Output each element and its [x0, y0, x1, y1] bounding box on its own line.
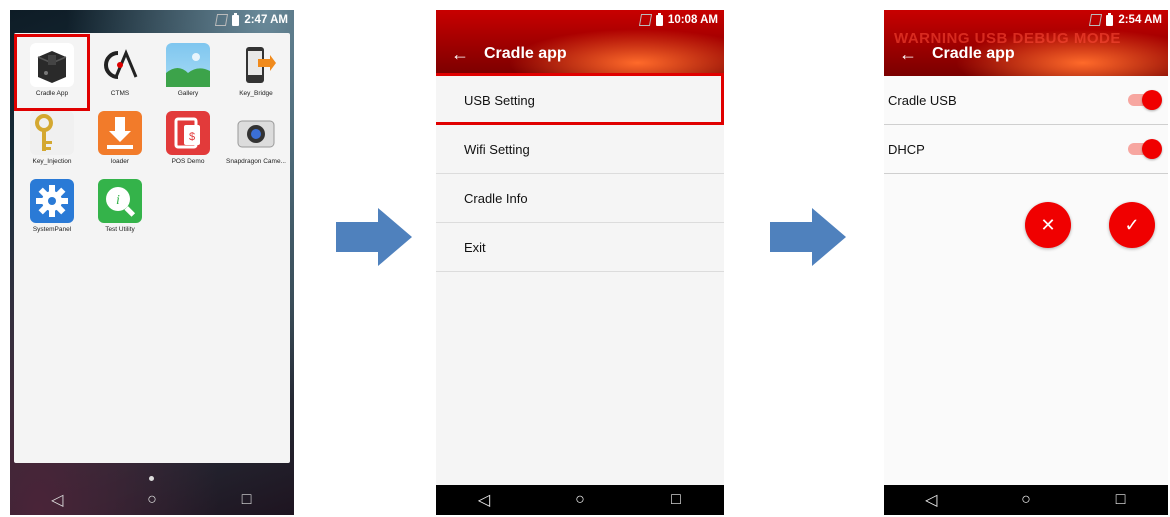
menu-list: USB Setting Wifi Setting Cradle Info Exi…	[436, 76, 724, 485]
confirm-button[interactable]: ✓	[1109, 202, 1155, 248]
battery-icon	[1106, 12, 1114, 26]
setting-label: DHCP	[888, 141, 925, 157]
no-sim-icon	[215, 14, 229, 26]
camera-icon	[234, 111, 278, 155]
app-label: Key_Injection	[32, 158, 72, 165]
gallery-image-icon	[166, 43, 210, 87]
app-gallery[interactable]: Gallery	[154, 43, 222, 97]
page-title: Cradle app	[484, 45, 567, 62]
app-label: SystemPanel	[32, 226, 72, 233]
dhcp-toggle[interactable]	[1128, 139, 1162, 159]
svg-text:$: $	[189, 131, 195, 143]
home-button[interactable]: ○	[560, 491, 600, 509]
page-indicator	[149, 476, 154, 481]
setting-row-cradle-usb: Cradle USB	[884, 76, 1168, 125]
nav-bar: ◁ ○ □	[436, 485, 724, 515]
app-snapdragon-camera[interactable]: Snapdragon Came...	[222, 111, 290, 165]
app-systempanel[interactable]: SystemPanel	[18, 179, 86, 233]
battery-icon	[232, 12, 240, 26]
battery-icon	[655, 12, 663, 26]
setting-row-dhcp: DHCP	[884, 125, 1168, 174]
menu-item-exit[interactable]: Exit	[436, 223, 724, 272]
app-ctms[interactable]: CTMS	[86, 43, 154, 97]
status-bar: 10:08 AM	[436, 10, 724, 30]
recent-apps-button[interactable]: □	[227, 491, 267, 509]
launcher-screen: 2:47 AM Cradle App CTMS Gallery Key_Brid…	[10, 10, 294, 515]
app-label: POS Demo	[171, 158, 205, 165]
app-label: Key_Bridge	[239, 90, 273, 97]
key-bridge-phone-icon	[234, 43, 278, 87]
highlight-usb-setting	[436, 73, 724, 125]
ctms-logo-icon	[98, 43, 142, 87]
home-button[interactable]: ○	[1006, 491, 1046, 509]
step-arrow-1	[336, 208, 412, 266]
app-label: Snapdragon Came...	[226, 158, 286, 165]
pos-terminal-icon: $	[166, 111, 210, 155]
menu-item-wifi-setting[interactable]: Wifi Setting	[436, 125, 724, 174]
app-loader[interactable]: loader	[86, 111, 154, 165]
app-label: Test Utility	[105, 226, 135, 233]
app-label: loader	[110, 158, 130, 165]
app-header: 2:54 AM WARNING USB DEBUG MODE ← Cradle …	[884, 10, 1168, 76]
app-pos-demo[interactable]: $ POS Demo	[154, 111, 222, 165]
svg-text:i: i	[116, 193, 120, 208]
toolbar: ← Cradle app	[884, 32, 1168, 76]
recent-apps-button[interactable]: □	[1101, 491, 1141, 509]
app-label: CTMS	[110, 90, 130, 97]
status-bar: 2:54 AM	[884, 10, 1168, 30]
gear-icon	[30, 179, 74, 223]
back-arrow-icon[interactable]: ←	[436, 44, 484, 65]
step-arrow-2	[770, 208, 846, 266]
home-button[interactable]: ○	[132, 491, 172, 509]
back-button[interactable]: ◁	[37, 490, 77, 510]
cancel-button[interactable]: ✕	[1025, 202, 1071, 248]
highlight-cradle-app	[14, 34, 90, 111]
setting-label: Cradle USB	[888, 92, 957, 108]
nav-bar: ◁ ○ □	[10, 485, 294, 515]
clock: 10:08 AM	[667, 14, 718, 26]
key-icon	[30, 111, 74, 155]
settings-list: Cradle USB DHCP	[884, 76, 1168, 485]
clock: 2:47 AM	[244, 14, 288, 26]
no-sim-icon	[1089, 14, 1103, 26]
no-sim-icon	[638, 14, 652, 26]
back-arrow-icon[interactable]: ←	[884, 44, 932, 65]
magnifier-info-icon: i	[98, 179, 142, 223]
toolbar: ← Cradle app	[436, 32, 724, 76]
app-header: 10:08 AM ← Cradle app	[436, 10, 724, 76]
nav-bar: ◁ ○ □	[884, 485, 1168, 515]
app-key-bridge[interactable]: Key_Bridge	[222, 43, 290, 97]
recent-apps-button[interactable]: □	[656, 491, 696, 509]
clock: 2:54 AM	[1118, 14, 1162, 26]
app-key-injection[interactable]: Key_Injection	[18, 111, 86, 165]
status-bar: 2:47 AM	[10, 10, 294, 30]
back-button[interactable]: ◁	[911, 490, 951, 510]
menu-item-cradle-info[interactable]: Cradle Info	[436, 174, 724, 223]
cradle-app-menu-screen: 10:08 AM ← Cradle app USB Setting Wifi S…	[436, 10, 724, 515]
app-label: Gallery	[177, 90, 199, 97]
back-button[interactable]: ◁	[464, 490, 504, 510]
cradle-usb-toggle[interactable]	[1128, 90, 1162, 110]
usb-setting-screen: 2:54 AM WARNING USB DEBUG MODE ← Cradle …	[884, 10, 1168, 515]
app-test-utility[interactable]: i Test Utility	[86, 179, 154, 233]
download-icon	[98, 111, 142, 155]
page-title: Cradle app	[932, 45, 1015, 62]
